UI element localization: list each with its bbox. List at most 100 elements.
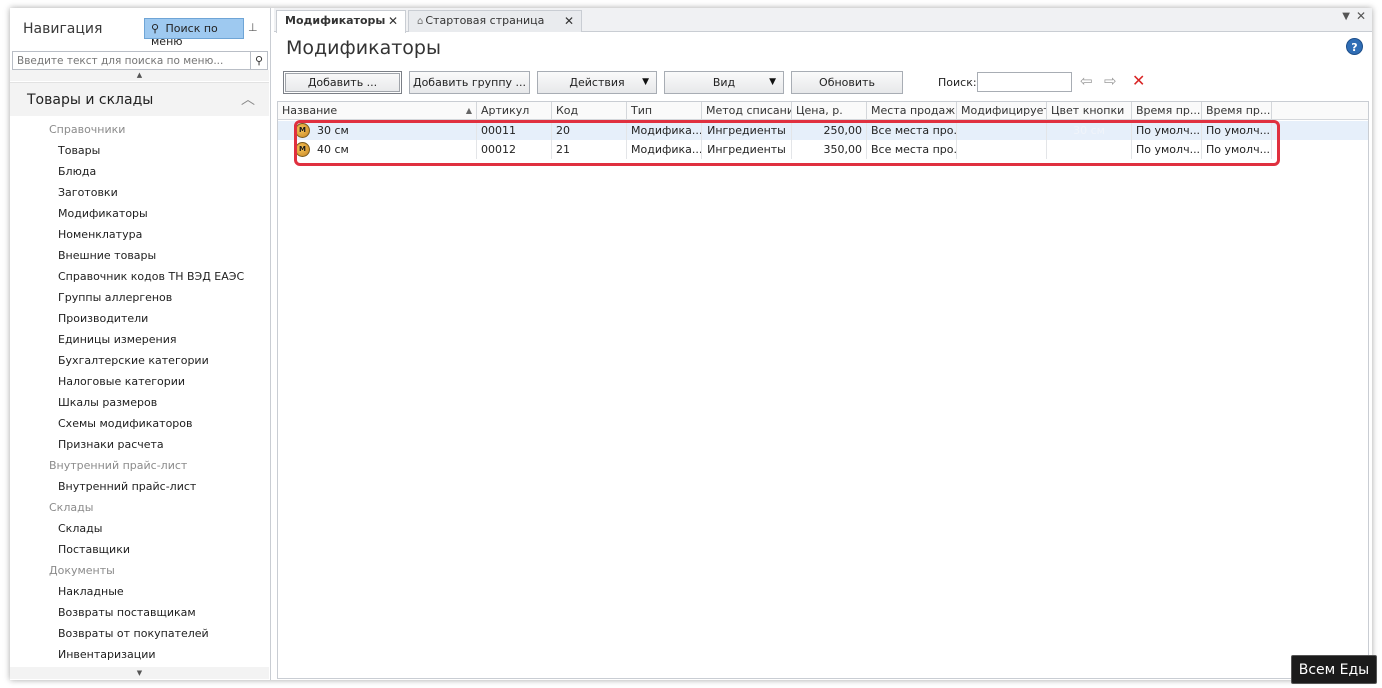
chevron-up-icon[interactable]: ︿ bbox=[241, 89, 255, 109]
cell-name: M 30 см bbox=[278, 121, 477, 140]
cell-sale-places: Все места про... bbox=[867, 121, 957, 140]
actions-dropdown[interactable]: Действия ▼ bbox=[537, 71, 657, 94]
nav-item-modifier-schemes[interactable]: Схемы модификаторов bbox=[10, 413, 269, 434]
column-header-button-color[interactable]: Цвет кнопки bbox=[1047, 102, 1132, 120]
nav-item-invoices[interactable]: Накладные bbox=[10, 581, 269, 602]
watermark-badge: Всем Еды bbox=[1291, 655, 1377, 684]
tab-list-dropdown-icon[interactable]: ▼ bbox=[1342, 11, 1350, 22]
nav-item-warehouses[interactable]: Склады bbox=[10, 518, 269, 539]
nav-item-preparations[interactable]: Заготовки bbox=[10, 182, 269, 203]
nav-item-internal-price-list[interactable]: Внутренний прайс-лист bbox=[10, 476, 269, 497]
main-area: Модификаторы ✕ ⌂ Стартовая страница ✕ ▼ ✕… bbox=[274, 8, 1372, 680]
modifier-icon: M bbox=[295, 123, 310, 138]
tab-modifiers[interactable]: Модификаторы ✕ bbox=[276, 10, 406, 33]
cell-write-off-method: Ингредиенты bbox=[702, 140, 792, 159]
nav-item-supplier-returns[interactable]: Возвраты поставщикам bbox=[10, 602, 269, 623]
dropdown-arrow-icon: ▼ bbox=[642, 77, 649, 87]
close-icon[interactable]: ✕ bbox=[388, 14, 398, 28]
cell-write-off-method: Ингредиенты bbox=[702, 121, 792, 140]
cell-time-2: По умолч... bbox=[1202, 140, 1272, 159]
nav-item-nomenclature[interactable]: Номенклатура bbox=[10, 224, 269, 245]
column-header-write-off-method[interactable]: Метод списания bbox=[702, 102, 792, 120]
modifiers-table: Название ▲ Артикул Код Тип Метод списани… bbox=[277, 101, 1369, 679]
magnifier-icon: ⚲ bbox=[151, 22, 160, 35]
tab-start-page[interactable]: ⌂ Стартовая страница ✕ bbox=[408, 10, 582, 32]
tab-label: Стартовая страница bbox=[425, 14, 545, 27]
navigation-panel: Навигация ⚲ Поиск по меню ⊥ ⚲ ▲ Товары и… bbox=[10, 8, 271, 680]
sort-ascending-icon: ▲ bbox=[465, 106, 472, 115]
menu-search-button[interactable]: ⚲ Поиск по меню bbox=[144, 18, 244, 48]
cell-name: M 40 см bbox=[278, 140, 477, 159]
nav-category: Склады bbox=[49, 501, 94, 514]
nav-category: Документы bbox=[49, 564, 115, 577]
scroll-up-arrow-icon[interactable]: ▲ bbox=[10, 70, 269, 81]
add-button[interactable]: Добавить ... bbox=[283, 71, 402, 94]
table-row[interactable]: M 40 см 00012 21 Модифика... Ингредиенты… bbox=[278, 140, 1368, 159]
refresh-button[interactable]: Обновить bbox=[791, 71, 903, 94]
column-header-article[interactable]: Артикул bbox=[477, 102, 552, 120]
nav-item-accounting-categories[interactable]: Бухгалтерские категории bbox=[10, 350, 269, 371]
nav-item-tax-categories[interactable]: Налоговые категории bbox=[10, 371, 269, 392]
nav-item-customer-returns[interactable]: Возвраты от покупателей bbox=[10, 623, 269, 644]
pin-icon[interactable]: ⊥ bbox=[248, 21, 258, 34]
cell-article: 00012 bbox=[477, 140, 552, 159]
nav-item-inventories[interactable]: Инвентаризации bbox=[10, 644, 269, 665]
menu-search-field[interactable]: ⚲ bbox=[12, 51, 268, 70]
column-header-time-1[interactable]: Время пр... bbox=[1132, 102, 1202, 120]
nav-item-dishes[interactable]: Блюда bbox=[10, 161, 269, 182]
cell-time-2: По умолч... bbox=[1202, 121, 1272, 140]
nav-item-goods[interactable]: Товары bbox=[10, 140, 269, 161]
cell-button-color: 30 см bbox=[1047, 121, 1132, 140]
home-icon: ⌂ bbox=[417, 16, 424, 27]
cell-modifies bbox=[957, 121, 1047, 140]
add-group-button[interactable]: Добавить группу ... bbox=[409, 71, 530, 94]
table-header: Название ▲ Артикул Код Тип Метод списани… bbox=[278, 102, 1368, 120]
nav-list: Справочники Товары Блюда Заготовки Модиф… bbox=[10, 119, 269, 665]
column-header-modifies[interactable]: Модифицирует bbox=[957, 102, 1047, 120]
cell-article: 00011 bbox=[477, 121, 552, 140]
column-header-type[interactable]: Тип bbox=[627, 102, 702, 120]
navigation-header: Навигация ⚲ Поиск по меню ⊥ bbox=[10, 8, 270, 50]
cell-time-1: По умолч... bbox=[1132, 121, 1202, 140]
nav-group-header[interactable]: Товары и склады ︿ bbox=[10, 82, 269, 116]
close-icon[interactable]: ✕ bbox=[564, 14, 574, 28]
view-dropdown[interactable]: Вид ▼ bbox=[664, 71, 784, 94]
actions-label: Действия bbox=[569, 76, 625, 89]
column-header-sale-places[interactable]: Места продаж bbox=[867, 102, 957, 120]
nav-category: Справочники bbox=[49, 123, 126, 136]
table-row[interactable]: M 30 см 00011 20 Модифика... Ингредиенты… bbox=[278, 121, 1368, 140]
menu-search-input[interactable] bbox=[13, 52, 249, 69]
previous-arrow-icon[interactable]: ⇦ bbox=[1080, 72, 1093, 90]
search-field[interactable] bbox=[977, 72, 1072, 92]
navigation-title: Навигация bbox=[23, 21, 103, 37]
nav-item-external-goods[interactable]: Внешние товары bbox=[10, 245, 269, 266]
scroll-down-arrow-icon[interactable]: ▼ bbox=[10, 667, 269, 679]
cell-modifies bbox=[957, 140, 1047, 159]
cell-type: Модифика... bbox=[627, 121, 702, 140]
nav-group-title: Товары и склады bbox=[27, 92, 154, 108]
nav-item-modifiers[interactable]: Модификаторы bbox=[10, 203, 269, 224]
search-label: Поиск: bbox=[938, 76, 977, 89]
column-header-code[interactable]: Код bbox=[552, 102, 627, 120]
nav-item-allergen-groups[interactable]: Группы аллергенов bbox=[10, 287, 269, 308]
close-all-icon[interactable]: ✕ bbox=[1356, 9, 1366, 23]
column-header-price[interactable]: Цена, р. bbox=[792, 102, 867, 120]
nav-item-suppliers[interactable]: Поставщики bbox=[10, 539, 269, 560]
column-header-time-2[interactable]: Время пр... bbox=[1202, 102, 1272, 120]
cell-price: 350,00 bbox=[792, 140, 867, 159]
nav-item-tnved-codes[interactable]: Справочник кодов ТН ВЭД ЕАЭС bbox=[10, 266, 269, 287]
clear-search-icon[interactable]: ✕ bbox=[1132, 71, 1145, 90]
cell-code: 21 bbox=[552, 140, 627, 159]
search-input[interactable] bbox=[978, 73, 1069, 91]
cell-price: 250,00 bbox=[792, 121, 867, 140]
nav-item-manufacturers[interactable]: Производители bbox=[10, 308, 269, 329]
cell-button-color bbox=[1047, 140, 1132, 159]
cell-type: Модифика... bbox=[627, 140, 702, 159]
nav-item-size-scales[interactable]: Шкалы размеров bbox=[10, 392, 269, 413]
next-arrow-icon[interactable]: ⇨ bbox=[1104, 72, 1117, 90]
help-icon[interactable]: ? bbox=[1346, 38, 1363, 55]
nav-item-payment-attributes[interactable]: Признаки расчета bbox=[10, 434, 269, 455]
column-header-name[interactable]: Название ▲ bbox=[278, 102, 477, 120]
nav-item-units[interactable]: Единицы измерения bbox=[10, 329, 269, 350]
search-icon[interactable]: ⚲ bbox=[250, 52, 267, 69]
